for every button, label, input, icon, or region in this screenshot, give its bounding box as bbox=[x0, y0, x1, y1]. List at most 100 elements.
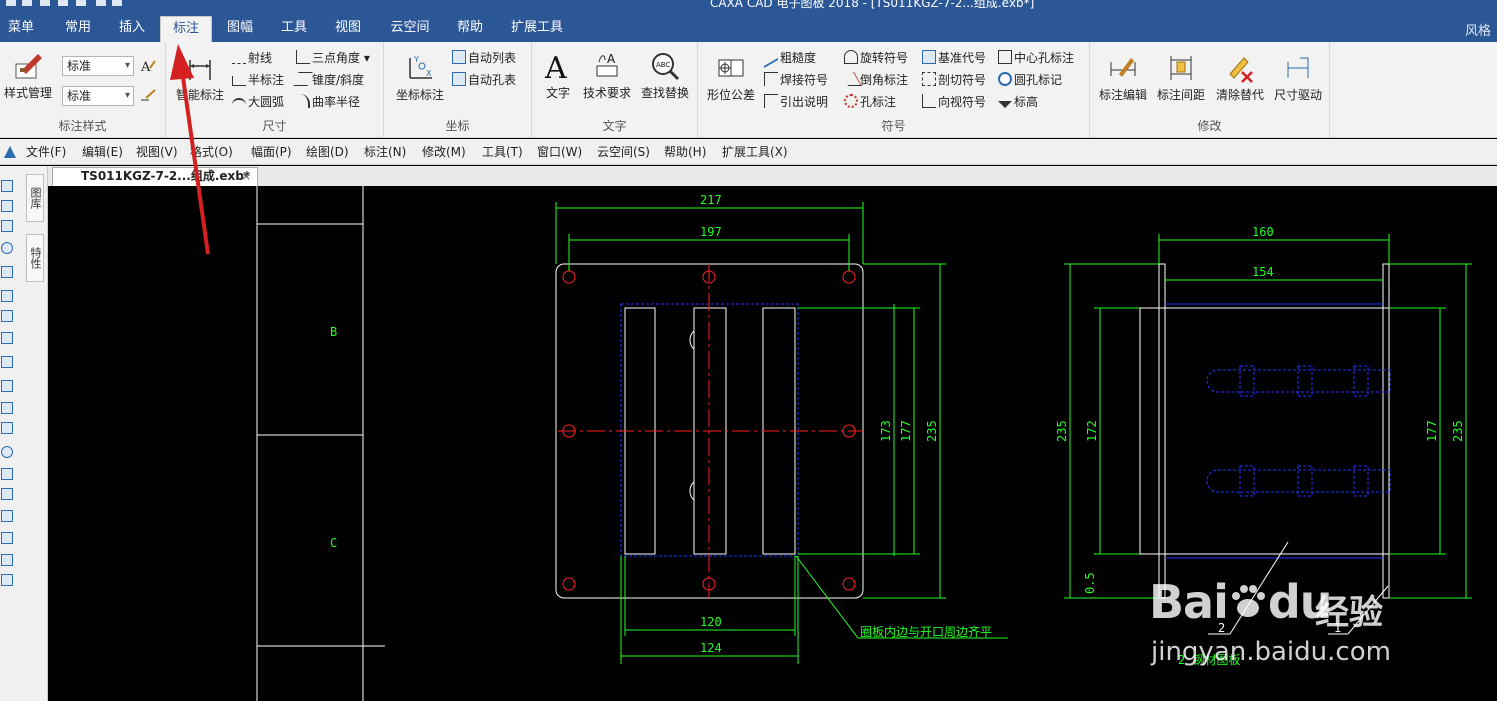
tool-block-icon[interactable] bbox=[1, 468, 13, 480]
tab-help[interactable]: 帮助 bbox=[448, 16, 492, 42]
theme-menu[interactable]: 风格 bbox=[1465, 20, 1491, 39]
menu-file[interactable]: 文件(F) bbox=[26, 143, 66, 160]
auto-list-button[interactable]: 自动列表 bbox=[452, 48, 516, 68]
quick-access-icon[interactable] bbox=[22, 0, 32, 6]
tab-common[interactable]: 常用 bbox=[56, 16, 100, 42]
find-replace-button[interactable]: ABC 查找替换 bbox=[636, 50, 694, 101]
tab-sheet[interactable]: 图幅 bbox=[218, 16, 262, 42]
half-dim-button[interactable]: 半标注 bbox=[232, 70, 284, 90]
document-tab[interactable]: TS011KGZ-7-2...组成.exb* × bbox=[52, 167, 258, 186]
datum-code-button[interactable]: 基准代号 bbox=[922, 48, 986, 68]
tech-requirement-button[interactable]: A 技术要求 bbox=[580, 50, 634, 101]
quick-access-icon[interactable] bbox=[58, 0, 68, 6]
large-arc-button[interactable]: 大圆弧 bbox=[232, 92, 284, 112]
menu-extensions[interactable]: 扩展工具(X) bbox=[722, 143, 788, 160]
form-tolerance-button[interactable]: 形位公差 bbox=[702, 52, 760, 103]
tool-angle-line-icon[interactable] bbox=[1, 380, 13, 392]
side-tab-library[interactable]: 图库 bbox=[26, 174, 44, 222]
tab-cloud[interactable]: 云空间 bbox=[382, 16, 438, 42]
quick-access-icon[interactable] bbox=[112, 0, 122, 6]
hole-dim-button[interactable]: 孔标注 bbox=[844, 92, 896, 112]
dim-drive-button[interactable]: 尺寸驱动 bbox=[1270, 52, 1326, 103]
tab-view[interactable]: 视图 bbox=[326, 16, 370, 42]
tab-menu[interactable]: 菜单 bbox=[0, 16, 42, 42]
elevation-button[interactable]: 标高 bbox=[998, 92, 1038, 112]
tool-move-icon[interactable] bbox=[1, 200, 13, 212]
find-replace-icon: ABC bbox=[652, 53, 680, 81]
round-hole-mark-label: 圆孔标记 bbox=[1014, 73, 1063, 87]
menu-help[interactable]: 帮助(H) bbox=[664, 143, 706, 160]
menu-edit[interactable]: 编辑(E) bbox=[82, 143, 123, 160]
clear-override-button[interactable]: 清除替代 bbox=[1212, 52, 1268, 103]
menu-window[interactable]: 窗口(W) bbox=[537, 143, 582, 160]
text-style-icon[interactable]: A bbox=[140, 58, 156, 74]
dim-spacing-button[interactable]: 标注间距 bbox=[1154, 52, 1208, 103]
center-hole-button[interactable]: 中心孔标注 bbox=[998, 48, 1074, 68]
tool-circle-icon[interactable] bbox=[1, 242, 13, 254]
tool-hatch-icon[interactable] bbox=[1, 488, 13, 500]
tool-chamfer-icon[interactable] bbox=[1, 402, 13, 414]
menu-tools[interactable]: 工具(T) bbox=[482, 143, 523, 160]
coord-dim-button[interactable]: YX 坐标标注 bbox=[388, 52, 452, 103]
chamfer-dim-button[interactable]: 倒角标注 bbox=[839, 70, 908, 90]
tool-array-icon[interactable] bbox=[1, 290, 13, 302]
smart-dim-button[interactable]: 智能标注 bbox=[170, 52, 230, 103]
three-point-angle-button[interactable]: 三点角度 ▾ bbox=[296, 48, 370, 68]
dim-154: 154 bbox=[1252, 265, 1274, 279]
menu-dimension[interactable]: 标注(N) bbox=[364, 143, 406, 160]
drawing-canvas[interactable]: B C 217 197 173 177 235 120 124 圈板内边与开口周… bbox=[48, 186, 1497, 701]
curvature-radius-button[interactable]: 曲率半径 bbox=[296, 92, 360, 112]
dim-style-combo[interactable]: 标准 bbox=[62, 86, 134, 106]
menu-cloud[interactable]: 云空间(S) bbox=[597, 143, 650, 160]
tool-stretch-icon[interactable] bbox=[1, 532, 13, 544]
rotation-symbol-button[interactable]: 旋转符号 bbox=[844, 48, 908, 68]
ray-dim-button[interactable]: 射线 bbox=[232, 48, 272, 68]
tool-rotate-icon[interactable] bbox=[1, 220, 13, 232]
quick-access-icon[interactable] bbox=[96, 0, 106, 6]
taper-slope-button[interactable]: 锥度/斜度 bbox=[293, 70, 364, 90]
view-direction-label: 向视符号 bbox=[938, 95, 987, 109]
side-tab-properties[interactable]: 特性 bbox=[26, 234, 44, 282]
style-manager-button[interactable]: 样式管理 bbox=[2, 50, 54, 101]
menu-draw[interactable]: 绘图(D) bbox=[306, 143, 349, 160]
tool-fillet-icon[interactable] bbox=[1, 422, 13, 434]
tool-box-icon[interactable] bbox=[1, 332, 13, 344]
tab-dimension[interactable]: 标注 bbox=[160, 16, 212, 42]
auto-hole-table-button[interactable]: 自动孔表 bbox=[452, 70, 516, 90]
menu-sheet[interactable]: 幅面(P) bbox=[251, 143, 292, 160]
close-tab-icon[interactable]: × bbox=[241, 168, 251, 185]
dim-style-icon[interactable] bbox=[140, 88, 156, 104]
tool-table-icon[interactable] bbox=[1, 574, 13, 586]
tool-print-icon[interactable] bbox=[1, 554, 13, 566]
tab-extensions[interactable]: 扩展工具 bbox=[502, 16, 572, 42]
tool-line-icon[interactable] bbox=[1, 356, 13, 368]
tab-insert[interactable]: 插入 bbox=[110, 16, 154, 42]
menu-modify[interactable]: 修改(M) bbox=[422, 143, 466, 160]
auto-hole-table-label: 自动孔表 bbox=[468, 73, 517, 87]
quick-access-icon[interactable] bbox=[40, 0, 50, 6]
view-direction-button[interactable]: 向视符号 bbox=[922, 92, 986, 112]
tool-pencil-icon[interactable] bbox=[1, 180, 13, 192]
app-icon[interactable] bbox=[2, 144, 18, 160]
text-style-combo[interactable]: 标准 bbox=[62, 56, 134, 76]
weld-symbol-button[interactable]: 焊接符号 bbox=[764, 70, 828, 90]
tab-tools[interactable]: 工具 bbox=[272, 16, 316, 42]
tool-mirror-icon[interactable] bbox=[1, 266, 13, 278]
tool-ellipse-icon[interactable] bbox=[1, 446, 13, 458]
menu-bar: 文件(F) 编辑(E) 视图(V) 格式(O) 幅面(P) 绘图(D) 标注(N… bbox=[0, 139, 1497, 165]
group-text: A 文字 A 技术要求 ABC 查找替换 文字 bbox=[532, 42, 698, 138]
dim-drive-label: 尺寸驱动 bbox=[1273, 88, 1322, 102]
section-symbol-button[interactable]: 剖切符号 bbox=[922, 70, 986, 90]
cad-drawing[interactable]: B C 217 197 173 177 235 120 124 圈板内边与开口周… bbox=[48, 186, 1497, 701]
round-hole-mark-button[interactable]: 圆孔标记 bbox=[998, 70, 1062, 90]
tool-measure-icon[interactable] bbox=[1, 510, 13, 522]
quick-access-icon[interactable] bbox=[6, 0, 16, 6]
menu-view[interactable]: 视图(V) bbox=[136, 143, 178, 160]
dim-edit-button[interactable]: 标注编辑 bbox=[1096, 52, 1150, 103]
quick-access-icon[interactable] bbox=[76, 0, 86, 6]
text-button[interactable]: A 文字 bbox=[538, 50, 578, 101]
tool-rect-icon[interactable] bbox=[1, 310, 13, 322]
menu-format[interactable]: 格式(O) bbox=[190, 143, 233, 160]
roughness-button[interactable]: 粗糙度 bbox=[764, 45, 816, 69]
leader-note-button[interactable]: 引出说明 bbox=[764, 92, 828, 112]
